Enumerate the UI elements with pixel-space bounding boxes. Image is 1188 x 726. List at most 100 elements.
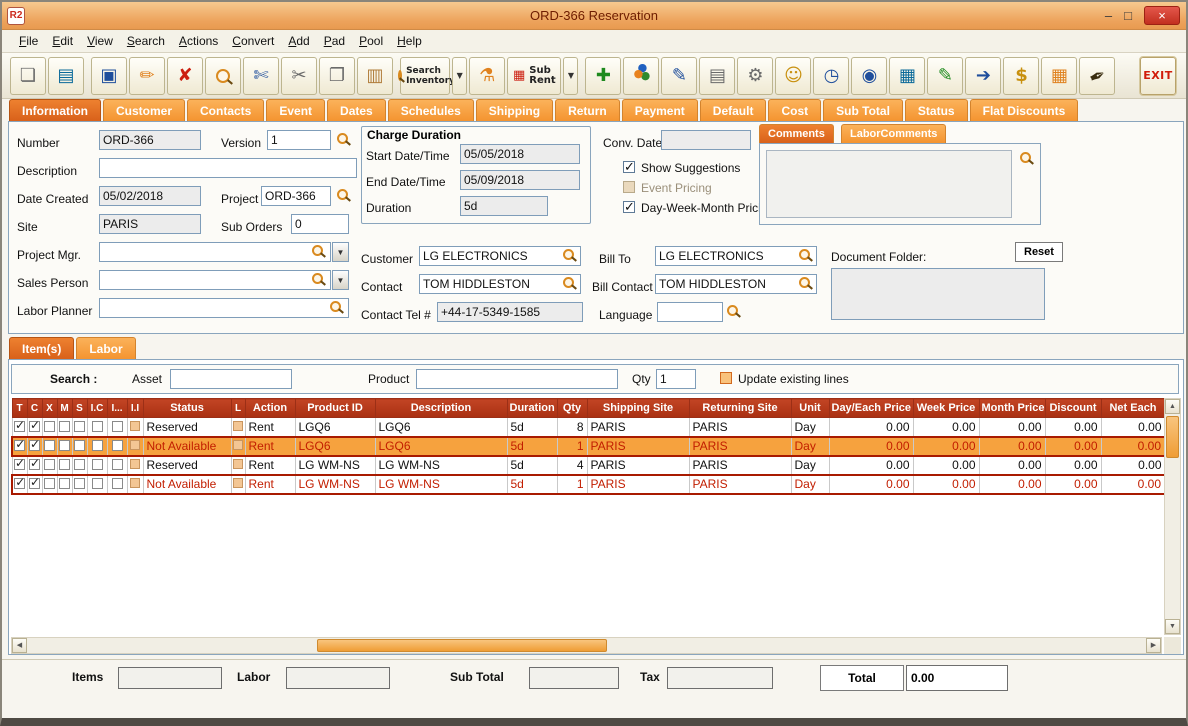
col-status[interactable]: Status: [143, 399, 231, 418]
bill-to-search-icon[interactable]: [799, 249, 810, 260]
language-field[interactable]: [657, 302, 723, 322]
tab-customer[interactable]: Customer: [103, 99, 185, 121]
project-field[interactable]: [261, 186, 331, 206]
minimize-button[interactable]: –: [1105, 8, 1112, 23]
horizontal-scroll-thumb[interactable]: [317, 639, 607, 652]
asset-input[interactable]: [170, 369, 292, 389]
labor-planner-search-icon[interactable]: [330, 301, 341, 312]
row-checkbox[interactable]: [59, 478, 70, 489]
reset-button[interactable]: Reset: [1015, 242, 1063, 262]
paste-button[interactable]: ▥: [357, 57, 393, 95]
tab-information[interactable]: Information: [9, 99, 101, 121]
row-checkbox[interactable]: [74, 459, 85, 470]
contact-search-icon[interactable]: [563, 277, 574, 288]
close-button[interactable]: ×: [1144, 6, 1180, 25]
comments-search-icon[interactable]: [1020, 152, 1031, 163]
vertical-scroll-thumb[interactable]: [1166, 416, 1179, 458]
row-checkbox[interactable]: [112, 440, 123, 451]
sub-rent-dropdown[interactable]: ▼: [563, 57, 578, 95]
row-checkbox[interactable]: [29, 440, 40, 451]
row-checkbox[interactable]: [14, 459, 25, 470]
col-x[interactable]: X: [42, 399, 57, 418]
update-lines-checkbox[interactable]: [720, 372, 732, 384]
tab-event[interactable]: Event: [266, 99, 325, 121]
sales-person-dropdown[interactable]: ▼: [332, 270, 349, 290]
cut-button[interactable]: ✂: [281, 57, 317, 95]
tab-payment[interactable]: Payment: [622, 99, 698, 121]
description-field[interactable]: [99, 158, 357, 178]
number-field[interactable]: [99, 130, 201, 150]
site-field[interactable]: [99, 214, 201, 234]
sales-person-field[interactable]: [99, 270, 331, 290]
date-created-field[interactable]: [99, 186, 201, 206]
row-checkbox[interactable]: [59, 459, 70, 470]
menu-pool[interactable]: Pool: [352, 32, 390, 50]
money-button[interactable]: $: [1003, 57, 1039, 95]
signature-button[interactable]: ✒: [1079, 57, 1115, 95]
row-checkbox[interactable]: [14, 478, 25, 489]
day-week-month-checkbox[interactable]: [623, 201, 635, 213]
scroll-left-arrow[interactable]: ◀: [12, 638, 27, 653]
menu-actions[interactable]: Actions: [172, 32, 225, 50]
scroll-down-arrow[interactable]: ▼: [1165, 619, 1180, 634]
horizontal-scrollbar[interactable]: ◀ ▶: [11, 637, 1162, 654]
product-input[interactable]: [416, 369, 618, 389]
project-mgr-search-icon[interactable]: [312, 245, 323, 256]
edit-button[interactable]: ✏: [129, 57, 165, 95]
row-checkbox[interactable]: [29, 421, 40, 432]
menu-pad[interactable]: Pad: [317, 32, 352, 50]
table-row-selected-unavailable[interactable]: Not Available Rent LGQ6 LGQ6 5d 1 PARIS …: [12, 437, 1165, 456]
menu-help[interactable]: Help: [390, 32, 429, 50]
add-line-button[interactable]: ✚: [585, 57, 621, 95]
version-field[interactable]: [267, 130, 331, 150]
copy-button[interactable]: ❐: [319, 57, 355, 95]
col-discount[interactable]: Discount: [1045, 399, 1101, 418]
crates-button[interactable]: ▦: [1041, 57, 1077, 95]
start-date-field[interactable]: [460, 144, 580, 164]
tab-items[interactable]: Item(s): [9, 337, 74, 359]
row-checkbox[interactable]: [112, 459, 123, 470]
duration-field[interactable]: [460, 196, 548, 216]
col-unit[interactable]: Unit: [791, 399, 829, 418]
tab-status[interactable]: Status: [905, 99, 968, 121]
new-document-button[interactable]: ❏: [10, 57, 46, 95]
language-search-icon[interactable]: [727, 305, 738, 316]
menu-edit[interactable]: Edit: [45, 32, 80, 50]
tab-cost[interactable]: Cost: [768, 99, 821, 121]
total-field[interactable]: [906, 665, 1008, 691]
project-search-icon[interactable]: [337, 189, 348, 200]
items-total-field[interactable]: [118, 667, 222, 689]
sub-total-field[interactable]: [529, 667, 619, 689]
scroll-right-arrow[interactable]: ▶: [1146, 638, 1161, 653]
col-month-price[interactable]: Month Price: [979, 399, 1045, 418]
row-checkbox[interactable]: [14, 421, 25, 432]
menu-add[interactable]: Add: [281, 32, 316, 50]
cut-record-button[interactable]: ✄: [243, 57, 279, 95]
col-day-each-price[interactable]: Day/Each Price: [829, 399, 913, 418]
transfer-button[interactable]: ➔: [965, 57, 1001, 95]
tax-field[interactable]: [667, 667, 773, 689]
event-pricing-checkbox[interactable]: [623, 181, 635, 193]
menu-search[interactable]: Search: [120, 32, 172, 50]
edit-note-button[interactable]: ✎: [661, 57, 697, 95]
sub-rent-button[interactable]: ▦ Sub Rent: [507, 57, 561, 95]
tab-shipping[interactable]: Shipping: [476, 99, 553, 121]
bill-contact-field[interactable]: [655, 274, 817, 294]
bill-to-field[interactable]: [655, 246, 817, 266]
col-ii[interactable]: I.I: [127, 399, 143, 418]
col-l[interactable]: L: [231, 399, 245, 418]
cube-button[interactable]: ▦: [889, 57, 925, 95]
menu-convert[interactable]: Convert: [225, 32, 281, 50]
row-checkbox[interactable]: [44, 459, 55, 470]
conv-date-field[interactable]: [661, 130, 751, 150]
tab-dates[interactable]: Dates: [327, 99, 386, 121]
project-mgr-field[interactable]: [99, 242, 331, 262]
pool-button[interactable]: ●: [623, 57, 659, 95]
table-row[interactable]: Reserved Rent LG WM-NS LG WM-NS 5d 4 PAR…: [12, 456, 1165, 475]
search-inventory-button[interactable]: Search Inventory: [400, 57, 450, 95]
delete-button[interactable]: ✘: [167, 57, 203, 95]
tab-contacts[interactable]: Contacts: [187, 99, 264, 121]
maximize-button[interactable]: □: [1124, 8, 1132, 23]
col-t[interactable]: T: [12, 399, 27, 418]
col-action[interactable]: Action: [245, 399, 295, 418]
